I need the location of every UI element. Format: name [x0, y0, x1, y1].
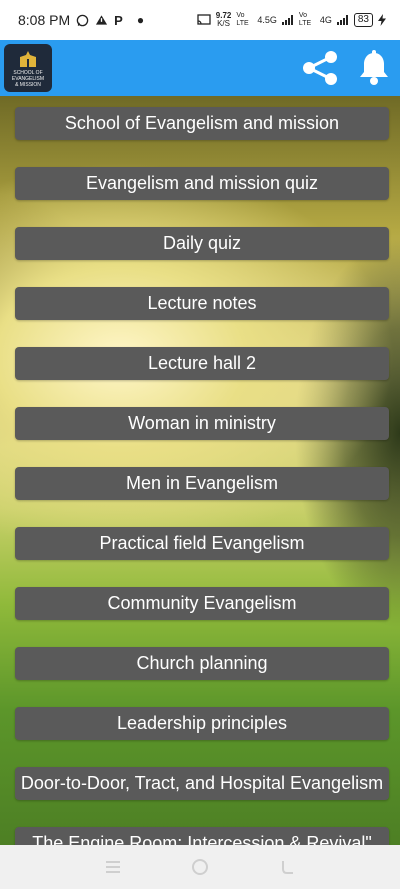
- net-speed: 9.72 K/S: [215, 11, 232, 28]
- battery-icon: 83: [353, 13, 373, 27]
- menu-button-church-planning[interactable]: Church planning: [15, 647, 389, 680]
- notification-bell-icon[interactable]: [358, 50, 390, 86]
- back-icon[interactable]: [278, 859, 296, 875]
- app-bar: SCHOOL OF EVANGELISM & MISSION: [0, 40, 400, 96]
- app-actions: [300, 48, 390, 88]
- warning-icon: [96, 15, 108, 25]
- signal-icon-2: [336, 15, 348, 25]
- status-bar: 8:08 PM P ● 9.72 K/S Vo LTE 4.5G Vo LTE …: [0, 0, 400, 40]
- main-menu: School of Evangelism and mission Evangel…: [15, 107, 389, 887]
- cast-icon: [197, 14, 211, 25]
- app-logo[interactable]: SCHOOL OF EVANGELISM & MISSION: [4, 44, 52, 92]
- signal-icon: [281, 15, 293, 25]
- volte-label-1: Vo LTE: [236, 12, 249, 27]
- menu-button-evangelism-quiz[interactable]: Evangelism and mission quiz: [15, 167, 389, 200]
- charging-icon: [378, 14, 386, 26]
- status-right: 9.72 K/S Vo LTE 4.5G Vo LTE 4G 83: [197, 12, 386, 28]
- menu-button-daily-quiz[interactable]: Daily quiz: [15, 227, 389, 260]
- dot-icon: ●: [136, 13, 145, 27]
- status-time: 8:08 PM: [18, 12, 71, 28]
- menu-button-lecture-notes[interactable]: Lecture notes: [15, 287, 389, 320]
- menu-button-woman-in-ministry[interactable]: Woman in ministry: [15, 407, 389, 440]
- p-icon: P: [114, 12, 123, 28]
- system-nav-bar: [0, 845, 400, 889]
- recent-apps-icon[interactable]: [104, 859, 122, 875]
- church-emblem-icon: [20, 50, 36, 67]
- whatsapp-icon: [76, 14, 89, 26]
- menu-button-leadership-principles[interactable]: Leadership principles: [15, 707, 389, 740]
- menu-button-men-in-evangelism[interactable]: Men in Evangelism: [15, 467, 389, 500]
- network-type-1: 4.5G: [257, 15, 277, 25]
- menu-button-school-of-evangelism[interactable]: School of Evangelism and mission: [15, 107, 389, 140]
- status-left: 8:08 PM P ●: [18, 12, 144, 28]
- network-type-2: 4G: [319, 15, 332, 25]
- home-icon[interactable]: [191, 858, 209, 876]
- menu-button-community-evangelism[interactable]: Community Evangelism: [15, 587, 389, 620]
- menu-button-door-to-door[interactable]: Door-to-Door, Tract, and Hospital Evange…: [15, 767, 389, 800]
- menu-button-lecture-hall-2[interactable]: Lecture hall 2: [15, 347, 389, 380]
- menu-button-practical-field[interactable]: Practical field Evangelism: [15, 527, 389, 560]
- share-icon[interactable]: [300, 48, 340, 88]
- logo-text-3: & MISSION: [15, 81, 41, 88]
- volte-label-2: Vo LTE: [298, 12, 312, 27]
